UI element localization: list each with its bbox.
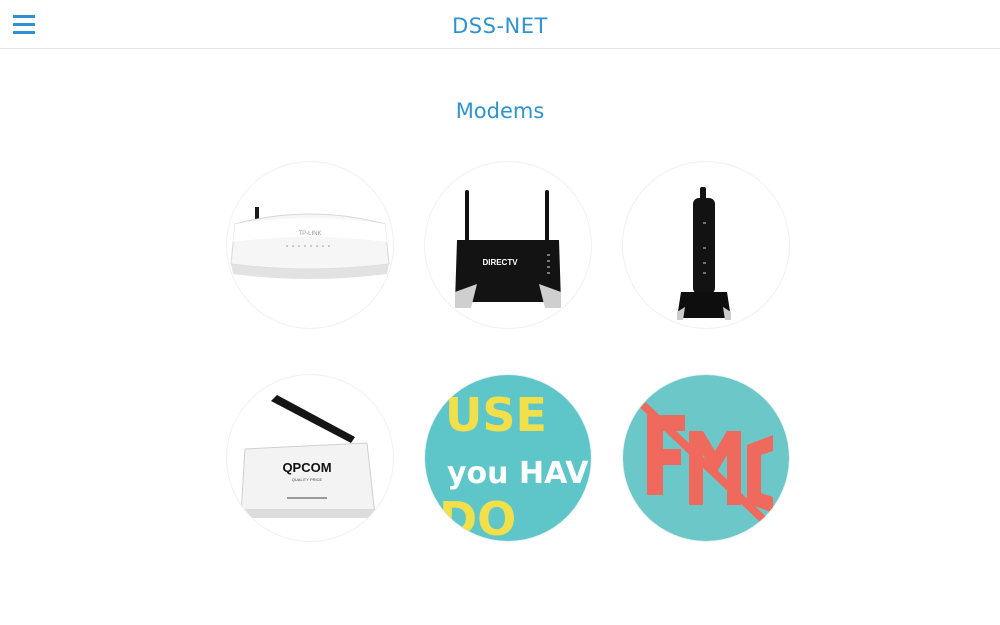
modem-image: DIRECTV — [455, 190, 561, 308]
svg-text:QUALITY PRICE: QUALITY PRICE — [292, 477, 323, 482]
svg-text:DIRECTV: DIRECTV — [482, 258, 518, 267]
svg-text:you HAV: you HAV — [447, 456, 589, 491]
product-lettering-art-2[interactable] — [623, 375, 789, 541]
product-vertical-modem[interactable] — [623, 162, 789, 328]
svg-text:QPCOM: QPCOM — [282, 460, 331, 475]
site-brand[interactable]: DSS-NET — [0, 14, 1000, 38]
product-lettering-art-1[interactable]: USE you HAV DO — [425, 375, 591, 541]
page-title: Modems — [455, 99, 545, 123]
lettering-art-image: USE you HAV DO — [425, 375, 591, 541]
router-image: TP-LINK — [230, 207, 390, 279]
product-tp-link-router[interactable]: TP-LINK — [227, 162, 393, 328]
product-qpcom-router[interactable]: QPCOM QUALITY PRICE — [227, 375, 393, 541]
modem-image — [677, 187, 731, 320]
svg-text:TP-LINK: TP-LINK — [298, 231, 321, 237]
top-bar: DSS-NET — [0, 0, 1000, 49]
svg-text:DO: DO — [439, 492, 516, 541]
svg-text:USE: USE — [445, 388, 547, 442]
router-image: QPCOM QUALITY PRICE — [240, 395, 376, 518]
product-directv-modem[interactable]: DIRECTV — [425, 162, 591, 328]
lettering-art-image — [623, 375, 789, 541]
